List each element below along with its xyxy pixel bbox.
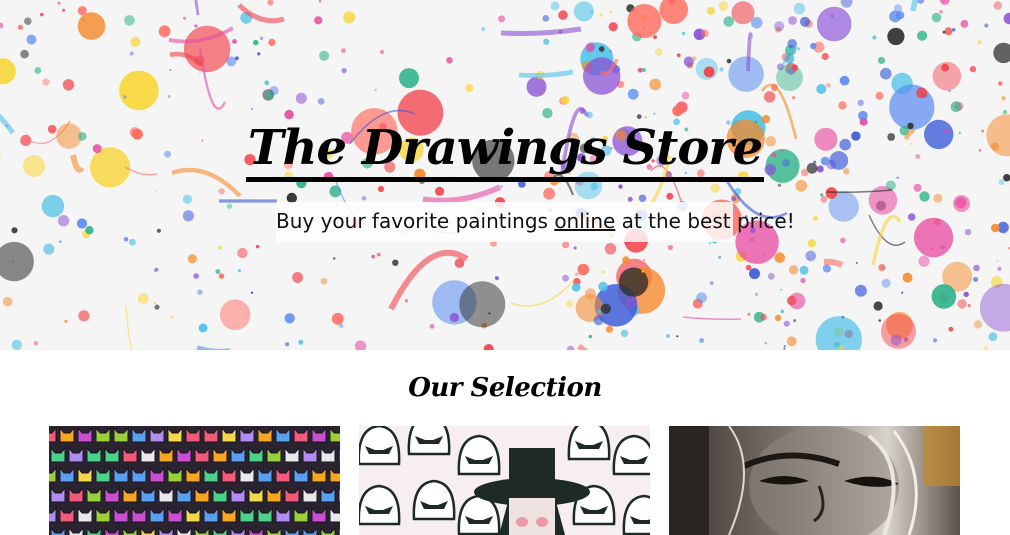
tagline-online-emphasis: online bbox=[554, 209, 616, 233]
tagline-text-start: Buy your favorite paintings bbox=[276, 209, 555, 233]
stormtroopers-painting-image bbox=[359, 426, 650, 535]
painting-card-portrait[interactable] bbox=[669, 426, 960, 535]
site-tagline: Buy your favorite paintings online at th… bbox=[276, 202, 795, 242]
section-title-selection: Our Selection bbox=[408, 373, 602, 403]
painting-card-cats[interactable] bbox=[49, 426, 340, 535]
hero-banner: The Drawings Store Buy your favorite pai… bbox=[0, 0, 1010, 350]
tagline-text-end: at the best price! bbox=[615, 209, 795, 233]
site-title: The Drawings Store bbox=[0, 113, 1010, 183]
portrait-painting-image bbox=[669, 426, 960, 535]
site-title-text: The Drawings Store bbox=[245, 119, 765, 182]
painting-card-stormtroopers[interactable] bbox=[359, 426, 650, 535]
cats-pattern-painting-image bbox=[49, 426, 340, 535]
